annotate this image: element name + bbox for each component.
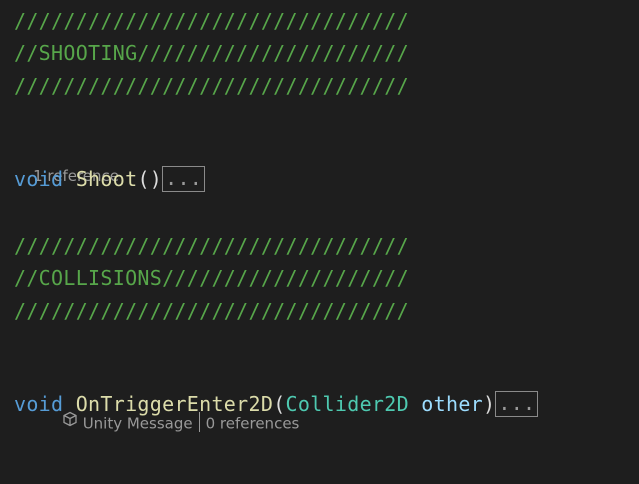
collapsed-region-button[interactable]: ... <box>495 390 539 417</box>
on-trigger-method-line: void OnTriggerEnter2D(Collider2D other).… <box>14 389 539 419</box>
close-paren: ) <box>483 392 496 416</box>
comment-line: //////////////////////////////// <box>14 299 409 323</box>
void-keyword: void <box>14 392 64 416</box>
collisions-section-comment: //COLLISIONS//////////////////// <box>14 266 409 290</box>
open-paren: ( <box>273 392 286 416</box>
comment-line: //////////////////////////////// <box>14 234 409 258</box>
param-name-other: other <box>421 392 484 416</box>
collapsed-region-button[interactable]: ... <box>162 165 206 192</box>
method-name-shoot: Shoot <box>75 167 138 191</box>
comment-line: //////////////////////////////// <box>14 74 409 98</box>
codelens-on-trigger: Unity Message 0 references <box>14 364 299 433</box>
param-type-collider2d: Collider2D <box>285 392 409 416</box>
method-name-on-trigger-enter-2d: OnTriggerEnter2D <box>75 392 274 416</box>
codelens-shoot[interactable]: 1 reference <box>14 140 119 185</box>
shoot-method-line: void Shoot()... <box>14 164 206 194</box>
void-keyword: void <box>14 167 64 191</box>
code-editor[interactable]: //////////////////////////////// //SHOOT… <box>0 0 639 435</box>
parens: () <box>137 167 163 191</box>
comment-line: //////////////////////////////// <box>14 9 409 33</box>
shooting-section-comment: //SHOOTING////////////////////// <box>14 41 409 65</box>
